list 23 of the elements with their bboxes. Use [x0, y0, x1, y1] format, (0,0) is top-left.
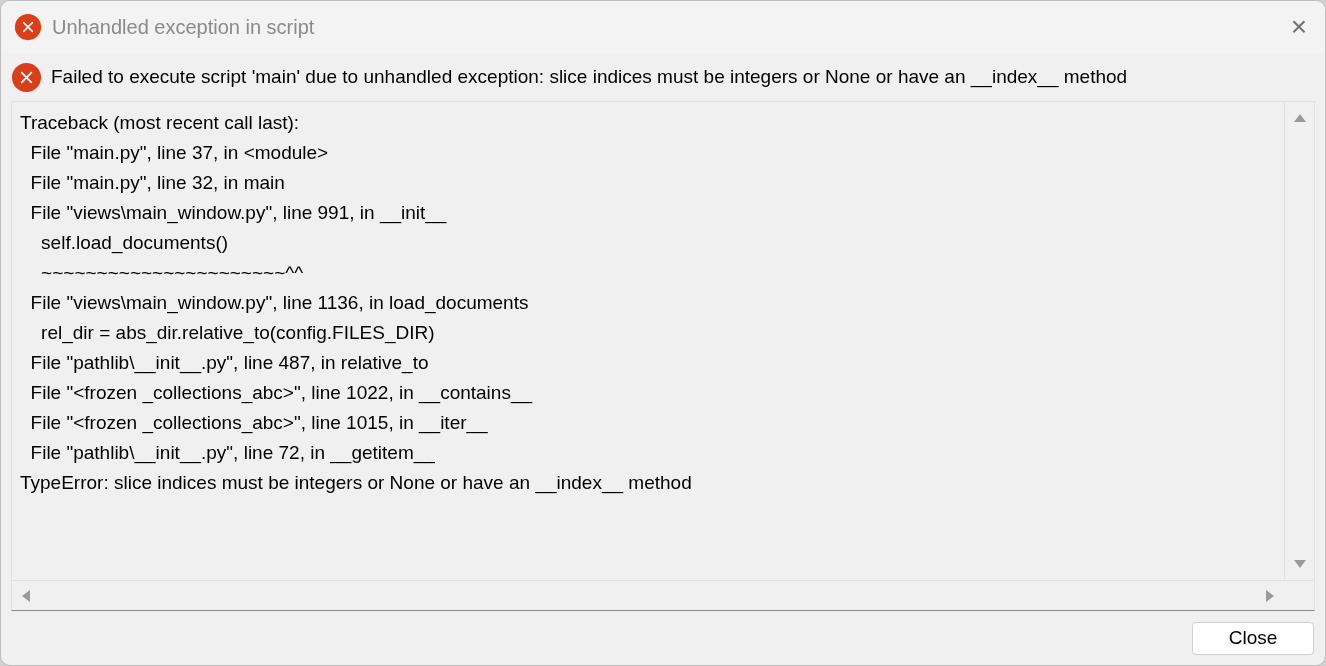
traceback-line: File "pathlib\__init__.py", line 72, in __getitem__ [29, 441, 435, 466]
traceback-line: rel_dir = abs_dir.relative_to(config.FILES_DIR) [40, 321, 435, 346]
window-title: Unhandled exception in script [52, 15, 316, 40]
traceback-line: File "<frozen _collections_abc>", line 1022, in __contains__ [29, 381, 533, 406]
traceback-line: TypeError: slice indices must be integers or None or have an __index__ method [20, 471, 692, 496]
scroll-up-icon[interactable] [1293, 114, 1306, 122]
traceback-line: File "<frozen _collections_abc>", line 1015, in __iter__ [29, 411, 488, 436]
traceback-line: self.load_documents() [40, 231, 229, 256]
traceback-line: File "main.py", line 37, in <module> [29, 141, 329, 165]
scroll-left-icon[interactable] [22, 589, 30, 602]
scroll-right-icon[interactable] [1266, 589, 1274, 602]
close-button[interactable]: × [1290, 13, 1307, 41]
error-message: Failed to execute script 'main' due to unhandled exception: slice indices must be integers or None or have an __index__ method [51, 64, 1128, 90]
traceback-line: File "views\main_window.py", line 1136, in load_documents [29, 291, 529, 316]
close-dialog-button[interactable]: Close [1192, 621, 1314, 655]
traceback-line: ~~~~~~~~~~~~~~~~~~~~~~^^ [40, 261, 304, 285]
traceback-line: File "pathlib\__init__.py", line 487, in relative_to [29, 351, 429, 376]
error-icon [14, 13, 42, 41]
traceback-line: Traceback (most recent call last): [20, 111, 300, 135]
traceback-line: File "main.py", line 32, in main [29, 171, 285, 195]
error-icon [11, 61, 42, 93]
scroll-down-icon[interactable] [1293, 560, 1306, 568]
traceback-line: File "views\main_window.py", line 991, in __init__ [29, 201, 447, 226]
